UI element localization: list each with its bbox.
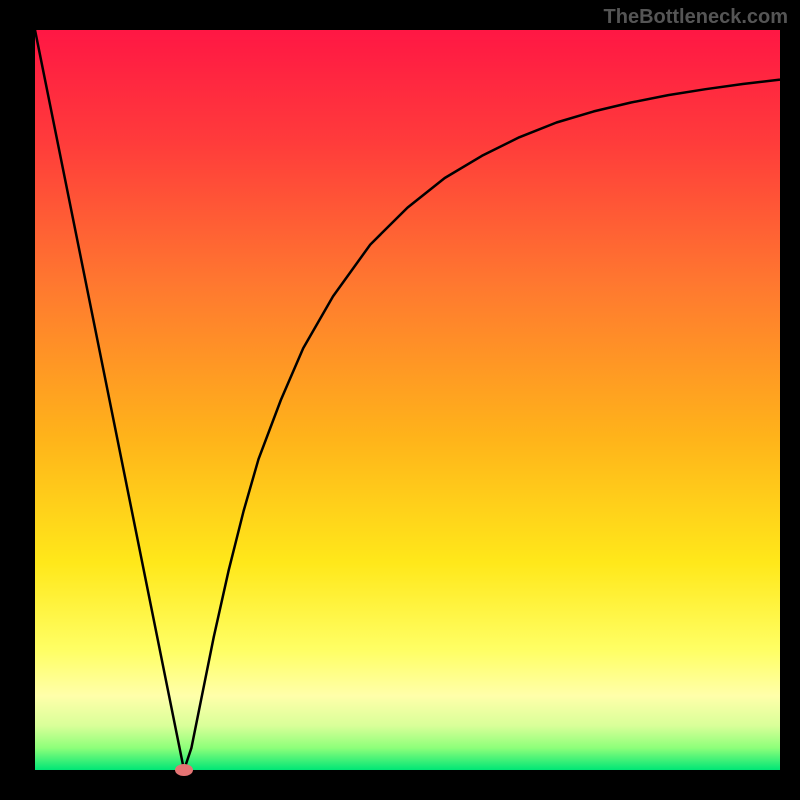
watermark-text: TheBottleneck.com <box>604 6 788 29</box>
optimum-point <box>175 764 193 776</box>
bottleneck-chart <box>0 0 800 800</box>
plot-area <box>35 30 780 770</box>
chart-container <box>0 0 800 800</box>
